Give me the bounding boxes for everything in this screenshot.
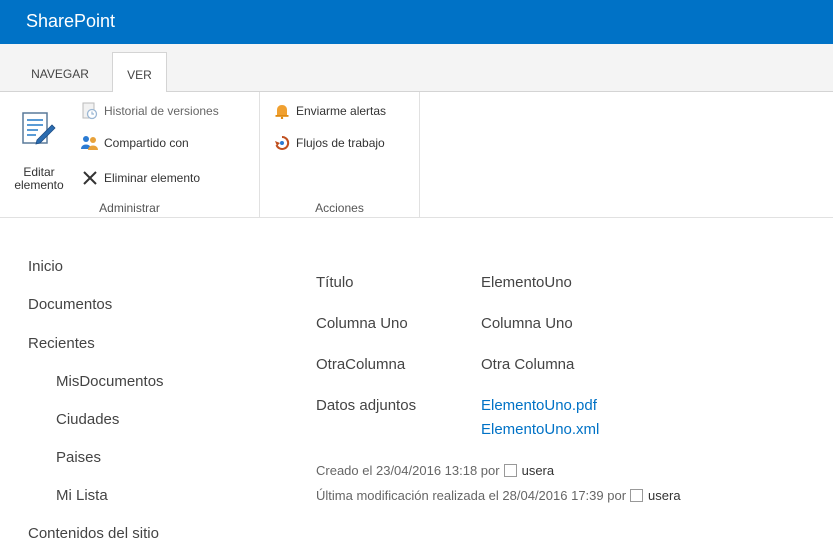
- field-value-columna-uno: Columna Uno: [481, 315, 573, 332]
- tab-navegar[interactable]: NAVEGAR: [20, 57, 100, 93]
- workflow-icon: [272, 134, 292, 152]
- nav-item-ciudades[interactable]: Ciudades: [56, 411, 119, 428]
- field-value-otracolumna: Otra Columna: [481, 356, 575, 373]
- eliminar-elemento-button[interactable]: Eliminar elemento: [80, 167, 200, 189]
- app-brand[interactable]: SharePoint: [26, 11, 115, 32]
- suite-bar: SharePoint: [0, 0, 833, 44]
- nav-item-paises[interactable]: Paises: [56, 449, 101, 466]
- created-text: Creado el 23/04/2016 13:18 por: [316, 463, 500, 478]
- tab-ver[interactable]: VER: [112, 52, 167, 93]
- editar-elemento-button[interactable]: Editar elemento: [6, 106, 72, 192]
- historial-versiones-label: Historial de versiones: [104, 104, 219, 118]
- nav-item-mi-lista[interactable]: Mi Lista: [56, 487, 108, 504]
- acciones-group-label: Acciones: [315, 201, 364, 215]
- nav-item-contenidos-sitio[interactable]: Contenidos del sitio: [28, 525, 159, 542]
- flujos-trabajo-button[interactable]: Flujos de trabajo: [272, 132, 385, 154]
- nav-item-misdocumentos[interactable]: MisDocumentos: [56, 373, 164, 390]
- modified-text: Última modificación realizada el 28/04/2…: [316, 488, 627, 503]
- field-label-datos-adjuntos: Datos adjuntos: [316, 397, 417, 414]
- field-label-titulo: Título: [316, 274, 354, 291]
- editar-elemento-label: Editar elemento: [14, 165, 64, 192]
- nav-item-inicio[interactable]: Inicio: [28, 258, 63, 275]
- eliminar-elemento-label: Eliminar elemento: [104, 171, 201, 185]
- compartido-con-label: Compartido con: [104, 136, 189, 150]
- flujos-trabajo-label: Flujos de trabajo: [296, 136, 385, 150]
- version-history-icon: [80, 102, 100, 120]
- edit-item-icon: [22, 112, 56, 145]
- modified-user-link[interactable]: usera: [648, 488, 681, 503]
- enviarme-alertas-button[interactable]: Enviarme alertas: [272, 100, 386, 122]
- administrar-group-label: Administrar: [99, 201, 160, 215]
- attachment-link-xml[interactable]: ElementoUno.xml: [481, 421, 599, 438]
- user-presence-icon: [503, 464, 517, 477]
- historial-versiones-button[interactable]: Historial de versiones: [80, 100, 219, 122]
- nav-item-documentos[interactable]: Documentos: [28, 296, 112, 313]
- modified-info: Última modificación realizada el 28/04/2…: [316, 488, 681, 503]
- delete-x-icon: [80, 169, 100, 187]
- ribbon-group-acciones: Enviarme alertas Flujos de trabajo Accio…: [260, 92, 420, 218]
- ribbon-tab-row: NAVEGAR VER: [0, 44, 833, 93]
- field-label-otracolumna: OtraColumna: [316, 356, 406, 373]
- ribbon: Editar elemento Historial de versiones C…: [0, 92, 833, 218]
- created-info: Creado el 23/04/2016 13:18 por usera: [316, 463, 554, 478]
- nav-item-recientes[interactable]: Recientes: [28, 335, 95, 352]
- shared-with-icon: [80, 134, 100, 152]
- ribbon-group-administrar: Editar elemento Historial de versiones C…: [0, 92, 260, 218]
- field-value-titulo: ElementoUno: [481, 274, 572, 291]
- field-label-columna-uno: Columna Uno: [316, 315, 408, 332]
- bell-icon: [272, 102, 292, 120]
- user-presence-icon: [630, 489, 644, 502]
- compartido-con-button[interactable]: Compartido con: [80, 132, 189, 154]
- enviarme-alertas-label: Enviarme alertas: [296, 104, 387, 118]
- attachment-link-pdf[interactable]: ElementoUno.pdf: [481, 397, 597, 414]
- created-user-link[interactable]: usera: [522, 463, 555, 478]
